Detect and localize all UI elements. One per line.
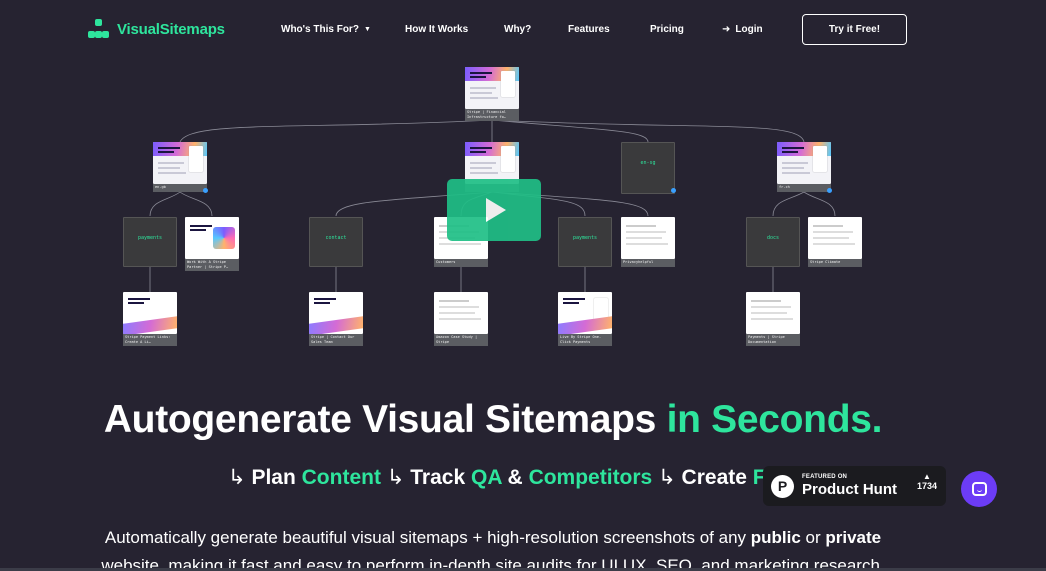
hero-headline: Autogenerate Visual Sitemaps in Seconds. [0,398,986,442]
play-video-button[interactable] [447,179,541,241]
folder-label: payments [137,235,163,241]
node-caption: Payments | Stripe Documentation [746,334,800,346]
folder-thumbnail: docs [746,217,800,267]
page-thumbnail [123,292,177,334]
node-caption: Stripe | Financial Infrastructure fo… [465,109,519,121]
sitemap-node: Stripe Climate [808,217,862,267]
nav-label: Who's This For? [281,24,359,35]
headline-text: Autogenerate Visual Sitemaps [103,398,667,441]
vote-number: 1734 [916,481,937,491]
ph-vote-count: ▲ 1734 [917,472,937,491]
sub-highlight: Content [301,466,381,489]
logo-icon [88,19,110,39]
ph-name: Product Hunt [802,481,897,498]
chevron-down-icon: ▼ [363,26,371,33]
logo[interactable]: VisualSitemaps [88,19,225,39]
folder-thumbnail: contact [309,217,363,267]
node-badge [827,188,832,193]
sitemap-node: payments [123,217,177,267]
desc-text: or [800,528,826,547]
node-caption: Stripe | Contact Our Sales Team [309,334,363,346]
sitemap-node: docs [746,217,800,267]
node-caption: Amazon Case Study | Stripe [434,334,488,346]
page-thumbnail [746,292,800,334]
sub-text: Create [681,466,753,489]
upvote-icon: ▲ [923,472,931,481]
try-free-button[interactable]: Try it Free! [802,14,907,45]
node-caption: Work With A Stripe Partner | Stripe P… [185,259,239,271]
sitemap-node: Privacyhelpful [621,217,675,267]
node-caption: Stripe Payment Links: Create A Li… [123,334,177,346]
folder-thumbnail: en-sg [621,142,675,194]
nav-features[interactable]: Features [568,24,610,35]
page-thumbnail [153,142,207,184]
sub-text: & [501,466,529,489]
page-thumbnail [434,292,488,334]
page-thumbnail [777,142,831,184]
folder-thumbnail: payments [123,217,177,267]
page-thumbnail [621,217,675,259]
sitemap-node-root: Stripe | Financial Infrastructure fo… [465,67,519,121]
page-thumbnail [465,142,519,184]
page-thumbnail [309,292,363,334]
node-caption: en-gb [153,184,207,192]
arrow-icon: ↳ [658,466,676,489]
sitemap-node: Live By Stripe One-Click Payments [558,292,612,346]
top-nav: VisualSitemaps Who's This For? ▼ How It W… [0,0,1046,60]
node-caption: fr-ch [777,184,831,192]
product-hunt-icon: P [771,474,794,498]
sitemap-node: Stripe Payment Links: Create A Li… [123,292,177,346]
login-label: Login [735,24,763,35]
folder-label: docs [766,235,780,241]
folder-thumbnail: payments [558,217,612,267]
page-thumbnail [808,217,862,259]
desc-bold: private [825,528,882,547]
sitemap-node: Payments | Stripe Documentation [746,292,800,346]
sub-text: Plan [251,466,302,489]
arrow-icon: ↳ [386,466,405,489]
node-caption: Live By Stripe One-Click Payments [558,334,612,346]
desc-bold: public [750,528,801,547]
page-thumbnail [185,217,239,259]
arrow-icon: ↳ [228,466,246,489]
sub-text: Track [410,466,471,489]
hero-description: Automatically generate beautiful visual … [0,524,986,571]
nav-whos-this-for[interactable]: Who's This For? ▼ [281,24,371,35]
sitemap-node: en-gb [153,142,208,193]
product-hunt-badge[interactable]: P FEATURED ON Product Hunt ▲ 1734 [763,466,946,506]
sitemap-node: Stripe | Contact Our Sales Team [309,292,363,346]
folder-label: en-sg [640,160,656,166]
desc-text: Automatically generate beautiful visual … [104,528,751,547]
node-caption: Customers [434,259,488,267]
folder-label: payments [572,235,598,241]
sub-highlight: Competitors [528,466,653,489]
headline-highlight: in Seconds. [666,398,883,441]
page-thumbnail [558,292,612,334]
node-caption: Stripe Climate [808,259,862,267]
nav-why[interactable]: Why? [504,24,531,35]
node-badge [203,188,208,193]
sitemap-node: payments [558,217,612,267]
sitemap-node: Work With A Stripe Partner | Stripe P… [185,217,239,271]
play-icon [486,198,506,222]
page-thumbnail [465,67,519,109]
ph-featured-label: FEATURED ON [802,474,848,480]
node-badge [671,188,676,193]
logo-text: VisualSitemaps [117,20,225,38]
sitemap-node: contact [309,217,363,267]
node-caption: Privacyhelpful [621,259,675,267]
nav-pricing[interactable]: Pricing [650,24,684,35]
login-link[interactable]: ➜ Login [722,24,763,35]
login-icon: ➜ [722,24,731,35]
sitemap-node: fr-ch [777,142,832,193]
nav-how-it-works[interactable]: How It Works [405,24,468,35]
hero-subline: ↳ Plan Content ↳ Track QA & Competitors … [228,465,812,490]
folder-label: contact [325,235,347,241]
chat-launcher-button[interactable] [961,471,997,507]
chat-icon [971,482,987,496]
sitemap-video-preview[interactable]: Stripe | Financial Infrastructure fo… en… [0,60,1046,360]
sitemap-node: Amazon Case Study | Stripe [434,292,488,346]
sub-highlight: QA [470,466,502,489]
sitemap-node: en-sg [621,142,676,194]
